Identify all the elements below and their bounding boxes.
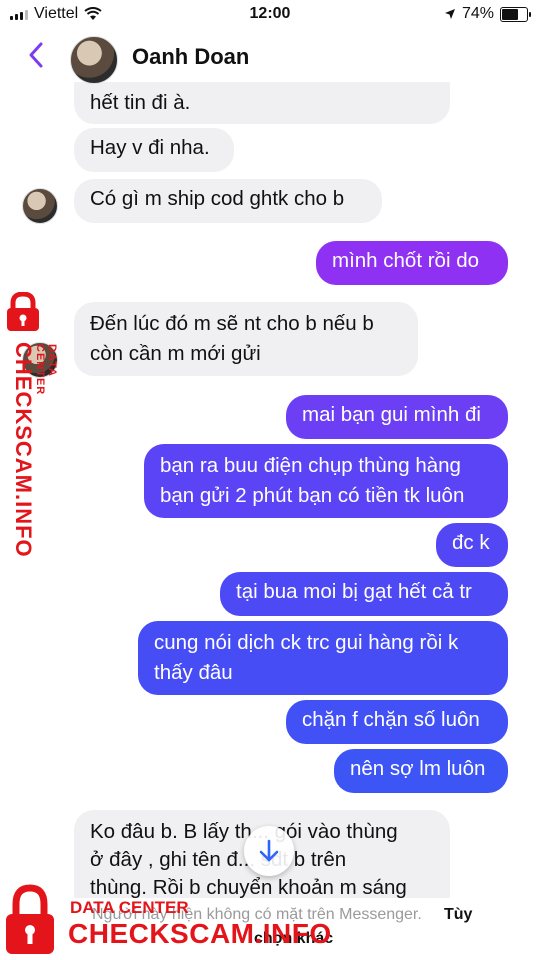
message-bubble-outgoing[interactable]: tại bua moi bị gạt hết cả tr: [220, 572, 508, 616]
scroll-to-bottom-button[interactable]: [244, 826, 294, 876]
contact-avatar[interactable]: [70, 36, 118, 84]
message-bubble-outgoing[interactable]: mình chốt rồi do: [316, 241, 508, 285]
watermark-bottom-main: CHECKSCAM.INFO: [68, 918, 332, 949]
message-bubble-outgoing[interactable]: mai bạn gui mình đi: [286, 395, 508, 439]
watermark-side-sub: DATA CENTER: [34, 344, 58, 396]
watermark-side: CHECKSCAM.INFO DATA CENTER: [4, 291, 58, 558]
message-bubble-incoming[interactable]: hết tin đi à.: [74, 82, 450, 124]
message-bubble-incoming[interactable]: Đến lúc đó m sẽ nt cho b nếu b còn cần m…: [74, 302, 418, 376]
message-bubble-incoming[interactable]: Có gì m ship cod ghtk cho b: [74, 179, 382, 223]
contact-name[interactable]: Oanh Doan: [132, 44, 249, 70]
message-list[interactable]: hết tin đi à. Hay v đi nha. Có gì m ship…: [0, 82, 540, 898]
message-bubble-outgoing[interactable]: nên sợ lm luôn: [334, 749, 508, 793]
message-bubble-incoming[interactable]: Hay v đi nha.: [74, 128, 234, 172]
scroll-down-arrow-icon: [259, 839, 279, 862]
message-bubble-outgoing[interactable]: chặn f chặn số luôn: [286, 700, 508, 744]
more-options-link[interactable]: Tùy: [444, 906, 472, 924]
battery-icon: [500, 6, 531, 22]
contact-avatar-small[interactable]: [22, 188, 58, 224]
message-bubble-outgoing[interactable]: đc k: [436, 523, 508, 567]
conversation-header: Oanh Doan: [0, 30, 540, 84]
status-bar: Viettel 12:00 74%: [0, 0, 540, 30]
message-bubble-outgoing[interactable]: cung nói dịch ck trc gui hàng rồi k thấy…: [138, 621, 508, 695]
watermark-side-main: CHECKSCAM.INFO: [11, 342, 36, 558]
lock-icon: [6, 884, 54, 954]
battery-percent: 74%: [461, 5, 494, 22]
location-arrow-icon: [444, 9, 455, 19]
message-bubble-outgoing[interactable]: bạn ra buu điện chụp thùng hàng bạn gửi …: [144, 444, 508, 518]
watermark-bottom-sub: DATA CENTER: [70, 898, 189, 917]
lock-icon: [7, 291, 39, 331]
back-chevron-icon[interactable]: [22, 40, 52, 70]
